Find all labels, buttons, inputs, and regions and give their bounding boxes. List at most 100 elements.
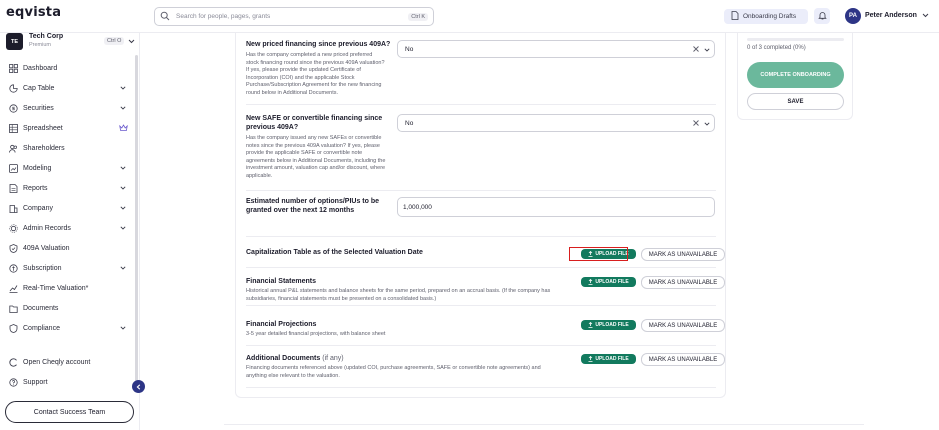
company-plan: Premium (29, 42, 52, 48)
upload-icon (588, 356, 593, 362)
bell-icon (817, 7, 827, 25)
chevron-down-icon (120, 186, 126, 190)
optional-note: (if any) (322, 355, 344, 362)
upload-row-title-text: Additional Documents (246, 355, 321, 362)
spreadsheet-icon (9, 123, 18, 133)
company-badge: TE (6, 33, 23, 50)
sidebar-item-open-cheqly-account[interactable]: Open Cheqly account (0, 354, 134, 370)
sidebar-item-company[interactable]: Company (0, 200, 134, 216)
user-avatar[interactable]: PA (845, 8, 861, 24)
sidebar-item-label: Real-Time Valuation* (23, 284, 89, 292)
page-divider (224, 424, 864, 425)
sidebar-item-label: Dashboard (23, 64, 58, 72)
clear-icon[interactable] (692, 119, 700, 127)
upload-file-label: UPLOAD FILE (595, 322, 629, 328)
sidebar-item-409a-valuation[interactable]: 409A Valuation (0, 240, 134, 256)
sidebar-item-admin-records[interactable]: Admin Records (0, 220, 134, 236)
options-estimate-title: Estimated number of options/PIUs to be g… (246, 198, 380, 214)
sidebar-item-label: Compliance (23, 324, 60, 332)
upload-row-description: Historical annual P&L statements and bal… (246, 288, 551, 302)
upload-row-title: Financial Projections (246, 321, 317, 328)
chevron-down-icon (120, 326, 126, 330)
upload-file-button[interactable]: UPLOAD FILE (581, 320, 636, 330)
upload-row-title: Financial Statements (246, 278, 317, 285)
sidebar-scrollbar[interactable] (135, 55, 138, 385)
safe-financing-value: No (405, 119, 414, 127)
safe-financing-row: New SAFE or convertible financing since … (246, 105, 716, 191)
upload-icon (588, 322, 593, 328)
mark-as-unavailable-button[interactable]: MARK AS UNAVAILABLE (641, 353, 725, 366)
search-placeholder: Search for people, pages, grants (176, 13, 271, 20)
user-name[interactable]: Peter Anderson (865, 12, 917, 19)
collapse-sidebar-button[interactable] (132, 380, 145, 393)
sidebar-item-shareholders[interactable]: Shareholders (0, 140, 134, 156)
admin-records-icon (9, 223, 18, 233)
realtime-valuation-icon (9, 284, 18, 293)
chevron-down-icon (120, 226, 126, 230)
search-input[interactable]: Search for people, pages, grants Ctrl K (154, 7, 434, 26)
mark-as-unavailable-button[interactable]: MARK AS UNAVAILABLE (641, 248, 725, 261)
complete-onboarding-button[interactable]: COMPLETE ONBOARDING (747, 62, 844, 88)
options-estimate-row: Estimated number of options/PIUs to be g… (246, 191, 716, 237)
company-shortcut: Ctrl O (104, 37, 125, 45)
progress-bar (747, 38, 844, 41)
shareholders-icon (9, 144, 18, 153)
options-estimate-input[interactable]: 1,000,000 (397, 197, 715, 217)
upload-row-title: Additional Documents (if any) (246, 354, 546, 363)
mark-as-unavailable-button[interactable]: MARK AS UNAVAILABLE (641, 319, 725, 332)
chevron-down-icon[interactable] (922, 13, 929, 18)
sidebar-item-modeling[interactable]: Modeling (0, 160, 134, 176)
cap-table-icon (9, 83, 18, 93)
sidebar-item-dashboard[interactable]: Dashboard (0, 60, 134, 76)
sidebar-item-label: Company (23, 204, 53, 212)
sidebar-item-compliance[interactable]: Compliance (0, 320, 134, 336)
upload-row-description: Financing documents referenced above (up… (246, 365, 541, 379)
sidebar-item-cap-table[interactable]: Cap Table (0, 80, 134, 96)
upload-row-financial-statements: Financial Statements Historical annual P… (246, 268, 725, 306)
company-switcher[interactable]: TE Tech Corp Premium Ctrl O (6, 33, 135, 51)
upload-button-highlight (569, 247, 628, 261)
priced-financing-row: New priced financing since previous 409A… (246, 33, 716, 105)
eqvista-logo[interactable]: eqvista (6, 5, 61, 20)
chevron-down-icon (120, 86, 126, 90)
document-icon (731, 11, 743, 22)
save-button[interactable]: SAVE (747, 93, 844, 110)
sidebar-item-real-time-valuation[interactable]: Real-Time Valuation* (0, 280, 134, 296)
search-shortcut: Ctrl K (408, 12, 428, 21)
compliance-icon (9, 323, 18, 333)
sidebar-item-documents[interactable]: Documents (0, 300, 134, 316)
sidebar-item-label: Shareholders (23, 144, 65, 152)
dashboard-icon (9, 63, 18, 73)
upload-row-description: 3-5 year detailed financial projections,… (246, 331, 386, 337)
clear-icon[interactable] (692, 45, 700, 53)
priced-financing-select[interactable]: No (397, 40, 715, 58)
priced-financing-value: No (405, 45, 414, 53)
chevron-down-icon[interactable] (704, 122, 710, 126)
sidebar-item-subscription[interactable]: Subscription (0, 260, 134, 276)
chevron-down-icon (120, 206, 126, 210)
cheqly-icon (9, 357, 18, 367)
company-icon (9, 204, 18, 213)
priced-financing-title: New priced financing since previous 409A… (246, 41, 391, 48)
mark-as-unavailable-button[interactable]: MARK AS UNAVAILABLE (641, 276, 725, 289)
chevron-down-icon[interactable] (704, 48, 710, 52)
notifications-button[interactable] (814, 8, 830, 24)
upload-file-button[interactable]: UPLOAD FILE (581, 354, 636, 364)
sidebar-item-label: Open Cheqly account (23, 358, 91, 366)
sidebar-item-label: Cap Table (23, 84, 55, 92)
sidebar-item-securities[interactable]: Securities (0, 100, 134, 116)
upload-row-title: Capitalization Table as of the Selected … (246, 249, 423, 256)
sidebar-item-reports[interactable]: Reports (0, 180, 134, 196)
reports-icon (9, 183, 18, 193)
chevron-down-icon (128, 39, 135, 44)
chevron-left-icon (136, 383, 141, 390)
sidebar-item-spreadsheet[interactable]: Spreadsheet (0, 120, 134, 136)
sidebar-item-support[interactable]: Support (0, 374, 134, 390)
onboarding-drafts-button[interactable]: Onboarding Drafts (724, 9, 808, 24)
safe-financing-select[interactable]: No (397, 114, 715, 132)
search-icon (160, 8, 170, 26)
securities-icon (9, 103, 18, 113)
safe-financing-description: Has the company issued any new SAFEs or … (246, 135, 386, 179)
upload-file-button[interactable]: UPLOAD FILE (581, 277, 636, 287)
contact-success-team-button[interactable]: Contact Success Team (5, 401, 134, 423)
